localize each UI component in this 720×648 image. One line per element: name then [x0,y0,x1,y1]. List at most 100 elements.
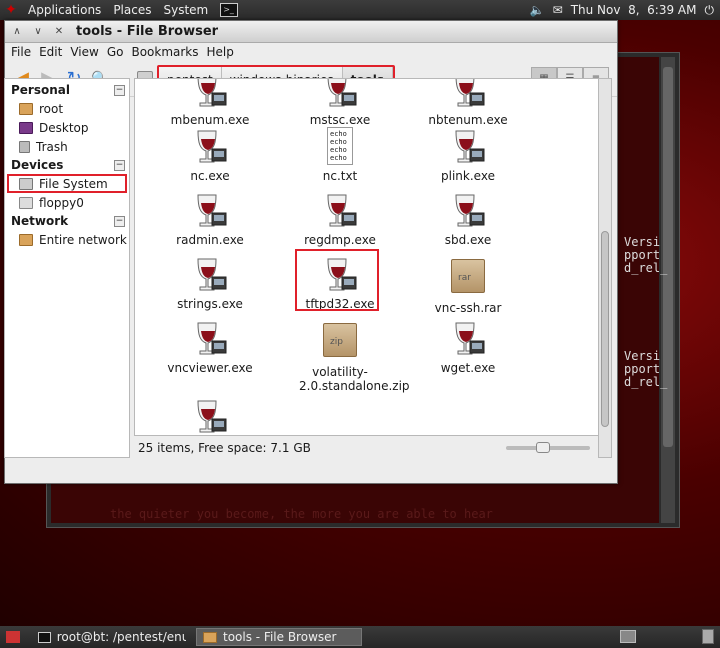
sidebar-section-network: Network − [11,214,125,228]
text-file-preview: echo echo echo echo [327,127,353,165]
sidebar-item-entire-network[interactable]: Entire network [5,230,129,249]
terminal-icon [38,631,51,643]
backtrack-logo-icon[interactable]: ✦ [0,0,22,20]
file-name: mbenum.exe [170,113,250,127]
sidebar-item-trash[interactable]: Trash [5,137,129,156]
wine-exe-icon [448,191,488,231]
workspace-switcher-icon[interactable] [620,630,636,643]
trash-applet-icon[interactable] [702,629,714,644]
file-name: nc.txt [322,169,358,183]
terminal-launcher-icon[interactable]: >_ [220,3,239,17]
terminal-scrollbar[interactable] [661,57,675,523]
file-grid: mbenum.exe mstsc.exe nbtenum.exe nc.exe echo… [134,78,598,436]
zip-archive-icon: zip [320,323,360,363]
file-name: mstsc.exe [309,113,371,127]
menu-applications[interactable]: Applications [22,3,107,17]
wine-exe-icon [320,191,360,231]
file-name: regdmp.exe [304,233,376,247]
file-item[interactable]: wget.exe [403,319,533,375]
collapse-icon[interactable]: − [114,159,125,171]
menu-bookmarks[interactable]: Bookmarks [127,45,202,59]
file-item[interactable]: zip volatility-2.0.standalone.zip [275,319,410,393]
sidebar-section-devices: Devices − [11,158,125,172]
title-bar[interactable]: ∧ ∨ ✕ tools - File Browser [5,21,617,43]
wine-exe-icon [190,79,230,111]
menu-bar: File Edit View Go Bookmarks Help [5,43,617,61]
menu-file[interactable]: File [7,45,35,59]
file-item[interactable]: whoami.exe [145,397,275,435]
archive-box: rar [451,259,485,293]
scrollbar-thumb[interactable] [601,231,609,427]
places-sidebar: Personal − root Desktop Trash Devices − Fi… [4,78,130,458]
terminal-quote: the quieter you become, the more you are… [110,507,493,521]
mail-icon[interactable]: ✉ [553,3,563,17]
vertical-scrollbar[interactable] [598,78,612,458]
file-item[interactable]: strings.exe [145,255,275,311]
status-bar: 25 items, Free space: 7.1 GB [134,438,598,458]
rar-archive-icon: rar [448,259,488,299]
file-name: nbtenum.exe [428,113,508,127]
menu-view[interactable]: View [66,45,102,59]
sidebar-item-file-system[interactable]: File System [7,174,127,193]
hard-drive-icon [19,177,33,190]
wine-exe-icon [190,397,230,435]
speaker-icon[interactable]: 🔈 [530,3,545,17]
menu-go[interactable]: Go [103,45,128,59]
close-icon[interactable]: ✕ [50,24,68,40]
menu-system[interactable]: System [157,3,214,17]
show-desktop-icon[interactable] [6,631,20,643]
collapse-icon[interactable]: − [114,84,125,96]
clock[interactable]: Thu Nov 8, 6:39 AM [571,3,697,17]
status-text: 25 items, Free space: 7.1 GB [138,441,311,455]
file-item[interactable]: mstsc.exe [275,79,405,127]
floppy-icon [19,196,33,209]
terminal-text-block-1: Versi pport d_rel_ [624,235,668,275]
collapse-icon[interactable]: − [114,215,125,227]
file-item[interactable]: rar vnc-ssh.rar [403,255,533,315]
file-item[interactable]: regdmp.exe [275,191,405,247]
menu-places[interactable]: Places [107,3,157,17]
zoom-slider-knob[interactable] [536,442,550,453]
home-folder-icon [19,102,33,115]
wine-exe-icon [190,191,230,231]
wine-exe-icon [190,319,230,359]
terminal-text-block-2: Versi pport d_rel_ [624,349,668,389]
menu-help[interactable]: Help [203,45,238,59]
wine-exe-icon [320,79,360,111]
file-name: plink.exe [441,169,495,183]
file-item[interactable]: echo echo echo echo nc.txt [275,127,405,183]
desktop-icon [19,121,33,134]
file-item[interactable]: plink.exe [403,127,533,183]
taskbar-item-file-browser[interactable]: tools - File Browser [196,628,362,646]
bottom-panel: root@bt: /pentest/enu... tools - File Br… [0,626,720,648]
network-icon [19,233,33,246]
wine-exe-icon [448,127,488,167]
top-panel: ✦ Applications Places System >_ 🔈 ✉ Thu … [0,0,720,20]
sidebar-item-desktop[interactable]: Desktop [5,118,129,137]
sidebar-item-root[interactable]: root [5,99,129,118]
file-name: wget.exe [440,361,496,375]
file-item[interactable]: sbd.exe [403,191,533,247]
file-item[interactable]: mbenum.exe [145,79,275,127]
taskbar-item-terminal[interactable]: root@bt: /pentest/enu... [32,628,192,646]
menu-edit[interactable]: Edit [35,45,66,59]
sidebar-section-personal: Personal − [11,83,125,97]
file-name: nc.exe [190,169,230,183]
file-item[interactable]: radmin.exe [145,191,275,247]
maximize-icon[interactable]: ∨ [29,24,47,40]
power-icon[interactable]: ⏻ [705,3,715,18]
trash-icon [19,140,30,153]
sidebar-item-floppy0[interactable]: floppy0 [5,193,129,212]
zoom-slider[interactable] [506,442,590,453]
file-item[interactable]: nbtenum.exe [403,79,533,127]
file-name: radmin.exe [176,233,244,247]
file-item[interactable]: nc.exe [145,127,275,183]
text-file-icon: echo echo echo echo [320,127,360,167]
wine-exe-icon [190,127,230,167]
file-name: sbd.exe [444,233,492,247]
minimize-icon[interactable]: ∧ [8,24,26,40]
file-item[interactable]: vncviewer.exe [145,319,275,375]
selection-highlight-box [295,249,379,311]
wine-exe-icon [448,319,488,359]
file-name: vnc-ssh.rar [434,301,502,315]
